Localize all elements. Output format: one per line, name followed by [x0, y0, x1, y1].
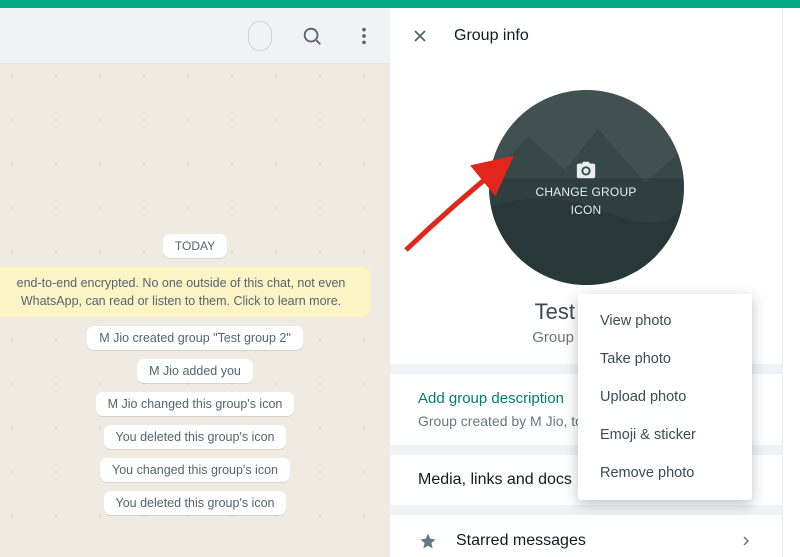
ctx-view-photo[interactable]: View photo	[578, 302, 752, 340]
encryption-banner[interactable]: end-to-end encrypted. No one outside of …	[0, 267, 370, 317]
search-in-chat-button[interactable]	[300, 24, 324, 48]
system-message: You changed this group's icon	[100, 458, 290, 482]
change-icon-label-line1: CHANGE GROUP	[535, 185, 636, 199]
ctx-remove-photo[interactable]: Remove photo	[578, 454, 752, 492]
camera-icon	[575, 159, 597, 181]
close-icon	[410, 26, 430, 46]
chat-body: TODAY end-to-end encrypted. No one outsi…	[0, 64, 390, 557]
more-icon	[353, 25, 375, 47]
system-message: M Jio changed this group's icon	[96, 392, 295, 416]
date-chip: TODAY	[163, 234, 227, 258]
group-icon-context-menu: View photo Take photo Upload photo Emoji…	[578, 294, 752, 500]
video-call-button[interactable]	[248, 21, 272, 51]
starred-messages-row[interactable]: Starred messages	[390, 515, 782, 557]
search-icon	[301, 25, 323, 47]
change-group-icon-overlay: CHANGE GROUP ICON	[489, 90, 684, 285]
ctx-emoji-sticker[interactable]: Emoji & sticker	[578, 416, 752, 454]
chat-panel: TODAY end-to-end encrypted. No one outsi…	[0, 8, 390, 557]
change-icon-label-line2: ICON	[571, 203, 602, 217]
ctx-upload-photo[interactable]: Upload photo	[578, 378, 752, 416]
group-avatar[interactable]: CHANGE GROUP ICON	[489, 90, 684, 285]
chat-header	[0, 8, 390, 64]
star-icon	[418, 531, 438, 551]
window-right-strip	[782, 8, 800, 557]
system-message: M Jio added you	[137, 359, 253, 383]
system-message: You deleted this group's icon	[104, 425, 287, 449]
system-message: You deleted this group's icon	[104, 491, 287, 515]
close-group-info-button[interactable]	[410, 26, 430, 46]
group-info-title: Group info	[454, 27, 529, 45]
chevron-right-icon	[738, 533, 754, 549]
chat-menu-button[interactable]	[352, 24, 376, 48]
app-top-accent-bar	[0, 0, 800, 8]
group-info-panel: Group info CHANGE GROU	[390, 8, 782, 557]
group-info-header: Group info	[390, 8, 782, 64]
system-message: M Jio created group "Test group 2"	[87, 326, 303, 350]
starred-messages-label: Starred messages	[456, 532, 720, 550]
ctx-take-photo[interactable]: Take photo	[578, 340, 752, 378]
